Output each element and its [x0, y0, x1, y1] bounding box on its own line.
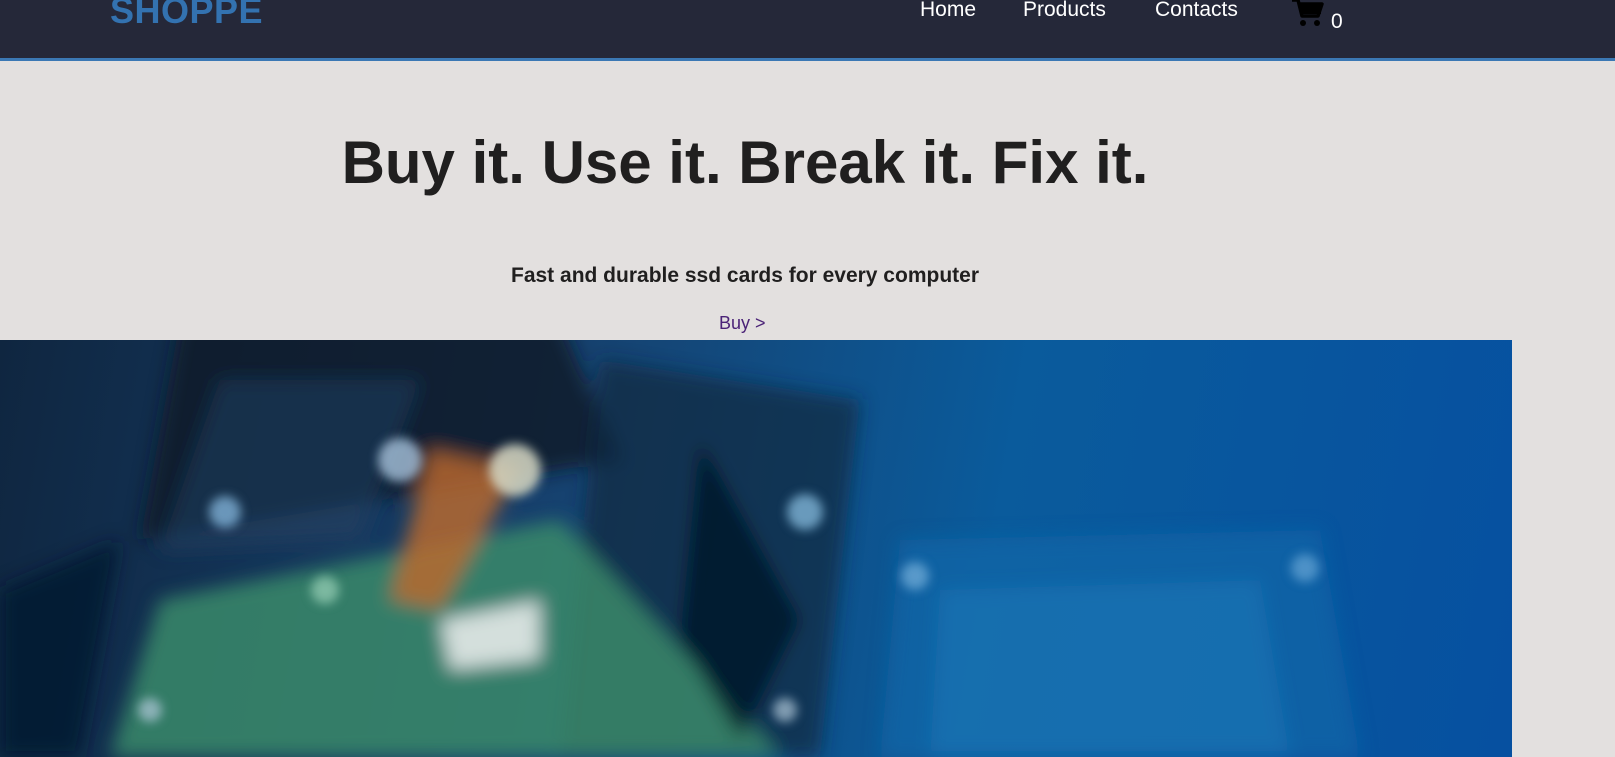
hero-title: Buy it. Use it. Break it. Fix it.: [341, 129, 1149, 196]
logo-link[interactable]: SHOPPE: [110, 0, 263, 32]
navbar: SHOPPE Home Products Contacts 0: [0, 0, 1615, 61]
cart-icon: [1292, 0, 1324, 26]
hero-subtitle: Fast and durable ssd cards for every com…: [511, 264, 979, 287]
cart-count: 0: [1331, 10, 1343, 33]
ssd-photo: [0, 340, 1360, 757]
nav-link-contacts[interactable]: Contacts: [1155, 0, 1238, 22]
buy-link[interactable]: Buy >: [719, 313, 766, 334]
nav-link-home[interactable]: Home: [920, 0, 976, 22]
nav-link-products[interactable]: Products: [1023, 0, 1106, 22]
cart-button[interactable]: 0: [1290, 0, 1350, 34]
hero-image: [0, 340, 1512, 757]
